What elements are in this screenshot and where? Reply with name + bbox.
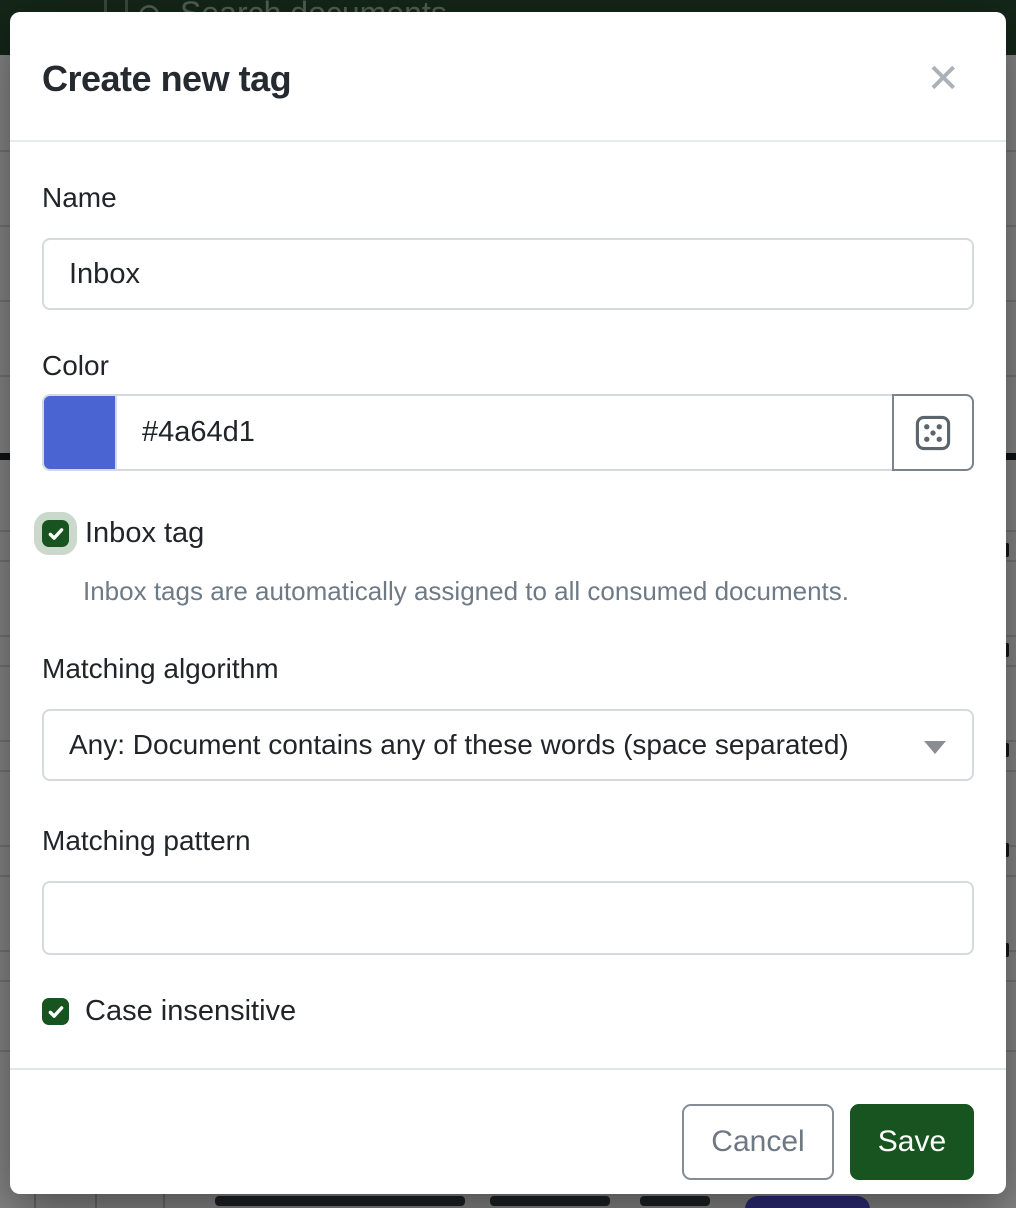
close-icon[interactable]: ✕: [912, 59, 974, 99]
color-field-group: Color: [42, 350, 974, 471]
chevron-down-icon: [924, 741, 946, 754]
dialog-footer: Cancel Save: [10, 1068, 1006, 1208]
create-tag-dialog: Create new tag ✕ Name Color: [10, 12, 1006, 1194]
matching-algorithm-select[interactable]: Any: Document contains any of these word…: [42, 709, 974, 781]
dialog-header: Create new tag ✕: [10, 12, 1006, 142]
matching-pattern-field-group: Matching pattern: [42, 825, 974, 955]
dialog-title: Create new tag: [42, 58, 291, 100]
color-swatch[interactable]: [42, 394, 115, 471]
color-row: [42, 394, 974, 471]
case-insensitive-checkbox[interactable]: [42, 998, 69, 1025]
inbox-tag-checkbox[interactable]: [42, 520, 69, 547]
dialog-body: Name Color: [10, 142, 1006, 1068]
inbox-tag-label[interactable]: Inbox tag: [85, 517, 204, 550]
check-icon: [47, 1003, 65, 1021]
cancel-button[interactable]: Cancel: [682, 1104, 834, 1180]
dice-icon: [911, 411, 955, 455]
case-insensitive-label[interactable]: Case insensitive: [85, 995, 296, 1028]
name-label: Name: [42, 182, 974, 214]
color-hex-input[interactable]: [115, 394, 894, 471]
matching-algorithm-selected: Any: Document contains any of these word…: [69, 729, 849, 761]
matching-algorithm-field-group: Matching algorithm Any: Document contain…: [42, 653, 974, 781]
save-button[interactable]: Save: [850, 1104, 974, 1180]
color-label: Color: [42, 350, 974, 382]
inbox-tag-field-group: Inbox tag Inbox tags are automatically a…: [42, 517, 974, 607]
matching-algorithm-label: Matching algorithm: [42, 653, 974, 685]
matching-pattern-input[interactable]: [42, 881, 974, 955]
check-icon: [47, 525, 65, 543]
name-field-group: Name: [42, 182, 974, 310]
case-insensitive-field-group: Case insensitive: [42, 995, 974, 1028]
random-color-button[interactable]: [892, 394, 974, 471]
inbox-tag-help: Inbox tags are automatically assigned to…: [83, 576, 974, 607]
matching-pattern-label: Matching pattern: [42, 825, 974, 857]
name-input[interactable]: [42, 238, 974, 310]
